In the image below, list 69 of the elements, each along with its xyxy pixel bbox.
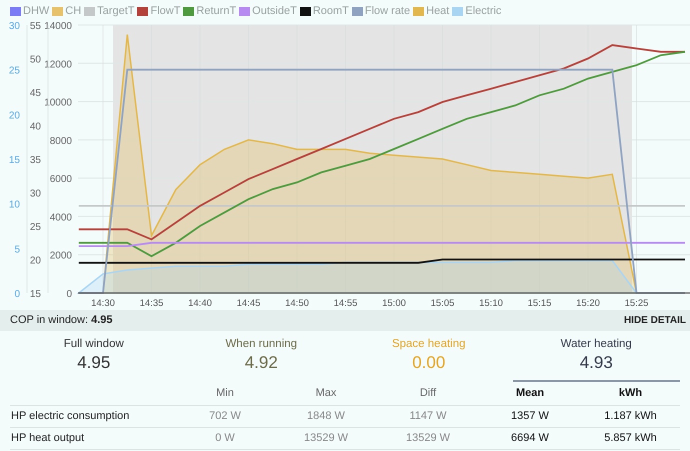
column-header: Min xyxy=(215,386,235,402)
axis-label: 15:25 xyxy=(624,298,648,309)
table-cell-text: 0 W xyxy=(214,431,236,446)
axis-label: 15:20 xyxy=(576,298,600,309)
legend-item[interactable]: OutsideT xyxy=(252,2,297,20)
axis-label: 4000 xyxy=(50,212,72,224)
axis-label: 6000 xyxy=(50,174,72,186)
legend-item[interactable]: CH xyxy=(65,2,82,20)
row-label: HP heat output xyxy=(10,431,86,446)
column-header: Diff xyxy=(418,386,438,402)
axis-label: 25 xyxy=(8,66,20,77)
axis-label: 10 xyxy=(8,200,20,211)
column-header: Mean xyxy=(514,386,546,402)
axis-label: 55 xyxy=(30,22,41,32)
legend-item[interactable]: RoomT xyxy=(312,2,349,20)
axis-label: 30 xyxy=(30,188,41,200)
stat-tab[interactable]: When running 4.92 xyxy=(178,336,345,382)
stat-tab[interactable]: Space heating 0.00 xyxy=(345,336,512,382)
axis-label: 14000 xyxy=(44,22,72,32)
axis-label: 0 xyxy=(66,289,72,300)
cop-text: COP in window: 4.95 xyxy=(10,313,113,328)
axis-label: 14:30 xyxy=(91,298,115,309)
axis-label: 30 xyxy=(8,22,20,32)
column-header: kWh xyxy=(618,386,644,402)
axis-label: 15:05 xyxy=(430,298,454,309)
axis-label: 50 xyxy=(30,54,41,66)
axis-label: 14:35 xyxy=(140,298,164,309)
axis-label: 0 xyxy=(14,289,20,300)
axis-label: 2000 xyxy=(50,250,72,262)
legend-item[interactable]: Flow rate xyxy=(364,2,410,20)
axis-label: 10000 xyxy=(44,98,72,109)
table-cell-text: 702 W xyxy=(208,409,242,424)
axis-label: 15 xyxy=(8,155,20,166)
axis-label: 25 xyxy=(30,222,41,233)
stat-tab[interactable]: Full window 4.95 xyxy=(10,336,178,382)
axis-label: 40 xyxy=(30,122,41,132)
table-cell-text: 1848 W xyxy=(306,409,346,424)
table-cell-text: 1357 W xyxy=(510,409,550,424)
axis-label: 15:15 xyxy=(528,298,552,309)
axis-label: 15:10 xyxy=(479,298,503,309)
hide-detail-button[interactable]: HIDE DETAIL xyxy=(624,313,686,328)
axis-label: 15 xyxy=(30,289,41,300)
axis-label: 14:45 xyxy=(236,298,260,309)
row-label: HP electric consumption xyxy=(10,409,130,424)
legend-item[interactable]: ReturnT xyxy=(196,2,236,20)
axis-label: 5 xyxy=(14,244,20,256)
legend-item[interactable]: DHW xyxy=(23,2,50,20)
stat-tab[interactable]: Water heating 4.93 xyxy=(512,336,680,382)
axis-label: 14:55 xyxy=(334,298,358,309)
legend-item[interactable]: FlowT xyxy=(150,2,180,20)
legend-item[interactable]: Heat xyxy=(426,2,450,20)
table-cell-text: 13529 W xyxy=(302,431,350,446)
axis-label: 14:40 xyxy=(188,298,212,309)
table-cell-text: 5.857 kWh xyxy=(603,431,658,446)
table-cell-text: 6694 W xyxy=(510,431,550,446)
legend-item[interactable]: TargetT xyxy=(97,2,134,20)
axis-label: 12000 xyxy=(44,59,72,70)
legend-item[interactable]: Electric xyxy=(465,2,502,20)
axis-label: 20 xyxy=(8,110,20,122)
axis-label: 35 xyxy=(30,155,41,166)
axis-label: 45 xyxy=(30,88,41,99)
column-header: Max xyxy=(314,386,338,402)
axis-label: 8000 xyxy=(50,136,72,147)
axis-label: 15:00 xyxy=(382,298,406,309)
table-cell-text: 1.187 kWh xyxy=(603,409,658,424)
axis-label: 14:50 xyxy=(285,298,309,309)
table-cell-text: 13529 W xyxy=(404,431,452,446)
axis-label: 20 xyxy=(30,256,41,266)
table-cell-text: 1147 W xyxy=(408,409,448,424)
